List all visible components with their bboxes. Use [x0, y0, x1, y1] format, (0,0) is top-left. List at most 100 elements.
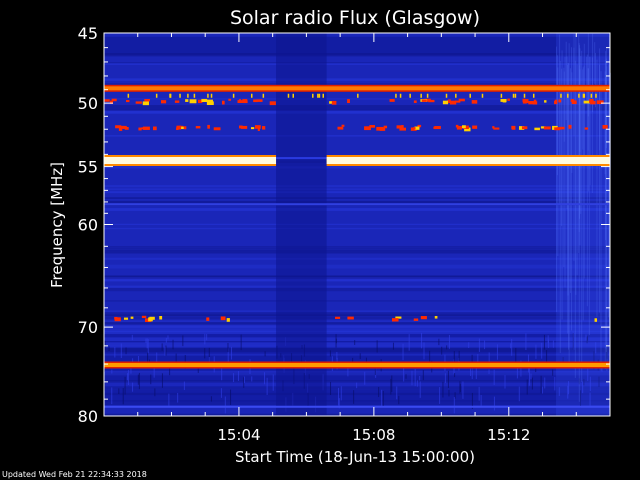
heatmap-texture: [104, 400, 610, 402]
burst-mark: [500, 93, 503, 98]
heatmap-texture: [376, 340, 378, 353]
heatmap-texture: [104, 197, 610, 199]
burst-mark: [544, 100, 547, 103]
burst-mark: [554, 127, 560, 131]
heatmap-texture: [511, 338, 513, 356]
heatmap-texture: [104, 134, 610, 137]
burst-mark: [221, 100, 225, 105]
y-tick-label: 60: [78, 216, 98, 235]
burst-mark: [512, 93, 515, 98]
heatmap-texture: [391, 375, 393, 392]
heatmap-texture: [104, 316, 610, 320]
plot-area: [104, 33, 611, 417]
heatmap-texture: [335, 338, 337, 344]
burst-mark: [183, 126, 187, 130]
heatmap-texture: [104, 380, 610, 383]
heatmap-texture: [104, 275, 610, 279]
heatmap-texture: [396, 386, 398, 400]
heatmap-texture: [541, 342, 543, 359]
heatmap-texture: [104, 33, 610, 37]
burst-mark: [514, 93, 517, 98]
heatmap-texture: [438, 338, 440, 346]
heatmap-texture: [104, 348, 610, 352]
heatmap-texture: [126, 373, 128, 381]
chart-title: Solar radio Flux (Glasgow): [230, 7, 480, 29]
burst-mark: [594, 318, 598, 322]
burst-mark: [243, 100, 248, 104]
burst-mark: [312, 93, 314, 98]
burst-mark: [347, 99, 350, 104]
burst-mark: [357, 93, 359, 98]
x-tick-label: 15:04: [217, 426, 260, 444]
burst-mark: [176, 125, 182, 130]
burst-mark: [152, 126, 157, 131]
heatmap-texture: [381, 389, 383, 407]
heatmap-texture: [264, 351, 266, 357]
burst-mark: [461, 125, 466, 129]
heatmap-texture: [227, 342, 229, 353]
burst-mark: [185, 99, 189, 102]
heatmap-texture: [356, 382, 358, 389]
heatmap-texture: [446, 345, 448, 350]
burst-mark: [523, 93, 526, 98]
burst-mark: [179, 93, 181, 98]
heatmap-texture: [230, 346, 232, 360]
heatmap-texture: [165, 337, 167, 343]
heatmap-texture: [111, 369, 113, 374]
x-tick-label: 15:12: [487, 426, 530, 444]
heatmap-texture: [104, 62, 610, 64]
heatmap-texture: [535, 344, 537, 359]
burst-mark: [337, 126, 344, 130]
heatmap-texture: [104, 188, 610, 191]
heatmap-texture: [439, 387, 441, 404]
heatmap-texture: [104, 166, 610, 169]
burst-mark: [413, 100, 417, 103]
spectral-band: [104, 405, 610, 408]
burst-mark: [193, 93, 196, 98]
heatmap-texture: [168, 393, 170, 408]
burst-mark: [534, 127, 540, 131]
spectrogram-chart: 45 50 55 60 70 80 15:04 15:08 15:12 Solar radio …: [0, 0, 640, 480]
heatmap-texture: [161, 373, 163, 388]
heatmap-texture: [518, 386, 520, 402]
y-tick-label: 50: [78, 94, 98, 113]
heatmap-texture: [478, 338, 480, 352]
heatmap-texture: [422, 370, 424, 381]
burst-mark: [434, 315, 438, 319]
burst-mark: [391, 318, 399, 322]
heatmap-texture: [233, 373, 235, 383]
heatmap-texture: [559, 34, 561, 204]
heatmap-texture: [419, 381, 421, 398]
heatmap-texture: [104, 392, 610, 396]
updated-timestamp: Updated Wed Feb 21 22:34:33 2018: [2, 470, 147, 479]
burst-mark: [532, 93, 535, 98]
heatmap-texture: [382, 391, 384, 407]
burst-mark: [232, 93, 235, 98]
burst-mark: [155, 93, 158, 98]
burst-mark: [584, 127, 589, 130]
burst-mark: [250, 127, 255, 130]
heatmap-texture: [359, 353, 361, 360]
burst-mark: [335, 316, 341, 319]
heatmap-texture: [402, 343, 404, 361]
burst-mark: [237, 100, 244, 103]
burst-mark: [213, 127, 221, 131]
heatmap-texture: [530, 373, 532, 380]
burst-mark: [456, 125, 463, 130]
burst-mark: [383, 125, 388, 129]
heatmap-texture: [340, 386, 342, 401]
heatmap-texture: [104, 287, 610, 292]
y-tick-label: 45: [78, 24, 98, 43]
heatmap-texture: [131, 334, 133, 341]
heatmap-texture: [244, 376, 246, 384]
heatmap-texture: [104, 185, 610, 188]
heatmap-texture: [154, 388, 156, 397]
heatmap-texture: [458, 350, 460, 362]
burst-mark: [250, 93, 253, 98]
heatmap-texture: [423, 342, 425, 360]
spectral-band: [326, 157, 610, 165]
heatmap-texture: [204, 333, 206, 345]
heatmap-texture: [411, 370, 413, 386]
burst-mark: [226, 318, 230, 322]
burst-mark: [317, 93, 319, 98]
